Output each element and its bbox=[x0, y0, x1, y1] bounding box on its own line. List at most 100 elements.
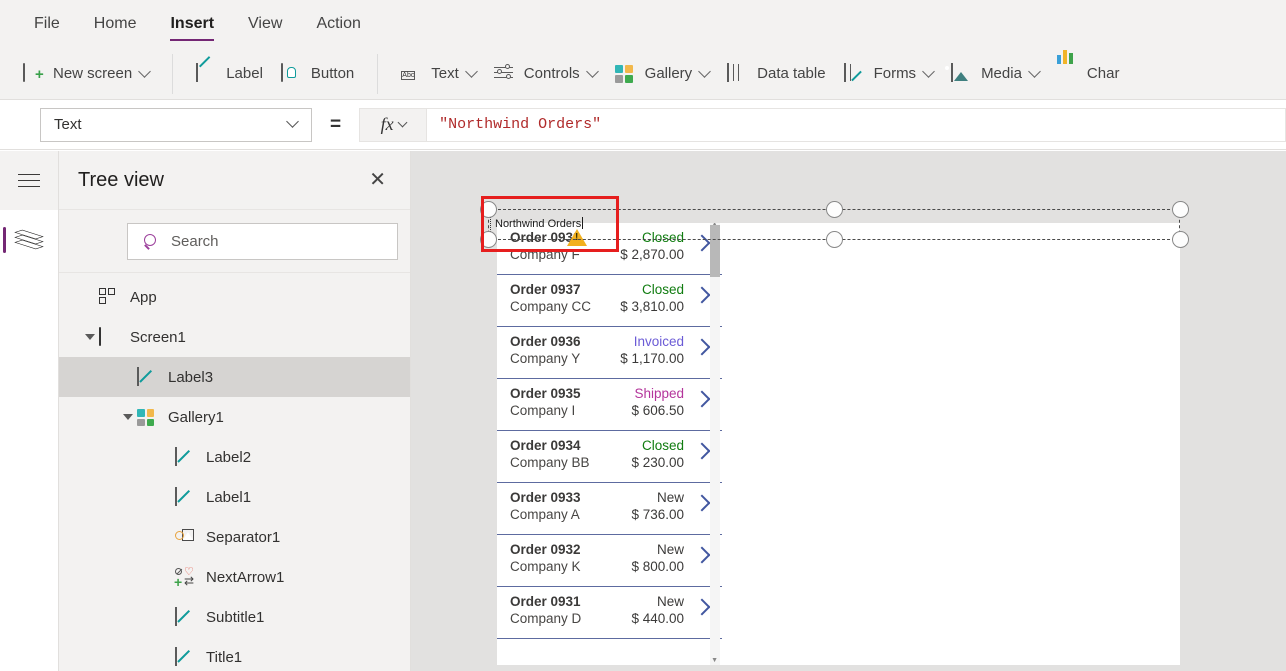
label-button[interactable]: Label bbox=[187, 56, 272, 92]
left-rail bbox=[0, 151, 59, 671]
tree-node-label1[interactable]: Label1 bbox=[59, 477, 410, 517]
gallery-item-amount: $ 440.00 bbox=[631, 611, 684, 626]
label-icon bbox=[175, 487, 195, 506]
gallery-item[interactable]: Order 0933 New Company A $ 736.00 bbox=[497, 483, 722, 535]
controls-menu-button[interactable]: Controls bbox=[485, 56, 606, 92]
tree-node-screen1[interactable]: Screen1 bbox=[59, 317, 410, 357]
chevron-down-icon[interactable] bbox=[698, 65, 712, 78]
menu-item-action[interactable]: Action bbox=[316, 1, 360, 47]
gallery-icon bbox=[137, 408, 157, 426]
chart-menu-button[interactable]: Char bbox=[1048, 49, 1129, 92]
powerapps-studio: File Home Insert View Action New screen Labe… bbox=[0, 0, 1286, 671]
tree-node-label: NextArrow1 bbox=[206, 568, 285, 586]
close-icon[interactable]: ✕ bbox=[363, 166, 392, 194]
selected-label-value: Northwind Orders bbox=[495, 218, 582, 230]
gallery-item-row-primary: Order 0935 Shipped bbox=[510, 386, 712, 401]
resize-handle-top-left[interactable] bbox=[479, 200, 497, 218]
text-menu-button[interactable]: Abc Text bbox=[392, 56, 485, 92]
gallery-item[interactable]: Order 0935 Shipped Company I $ 606.50 bbox=[497, 379, 722, 431]
gallery-item-company: Company BB bbox=[510, 455, 590, 470]
text-abc-icon: Abc bbox=[401, 70, 416, 80]
tree-node-label3[interactable]: Label3 bbox=[59, 357, 410, 397]
selected-label-control[interactable]: Northwind Orders bbox=[479, 200, 1189, 248]
chevron-down-icon[interactable] bbox=[585, 65, 599, 78]
gallery-item[interactable]: Order 0931 New Company D $ 440.00 bbox=[497, 587, 722, 639]
resize-handle-bottom-left[interactable] bbox=[479, 230, 497, 248]
tree-node-separator1[interactable]: Separator1 bbox=[59, 517, 410, 557]
gallery-item-company: Company F bbox=[510, 247, 580, 262]
resize-handle-bottom-right[interactable] bbox=[1171, 230, 1189, 248]
label-button-label: Label bbox=[226, 65, 263, 82]
resize-handle-bottom-middle[interactable] bbox=[825, 230, 843, 248]
gallery-item-row-secondary: Company D $ 440.00 bbox=[510, 611, 712, 626]
gallery-item-status: Closed bbox=[641, 282, 684, 297]
tree-view-title: Tree view bbox=[78, 168, 164, 191]
gallery-item-row-primary: Order 0933 New bbox=[510, 490, 712, 505]
gallery-item[interactable]: Order 0932 New Company K $ 800.00 bbox=[497, 535, 722, 587]
resize-handle-top-middle[interactable] bbox=[825, 200, 843, 218]
gallery-item-title: Order 0937 bbox=[510, 282, 581, 297]
tree-node-list: App Screen1 Label3 Gallery1 Label2 Label1 Sepa… bbox=[59, 273, 410, 671]
search-icon bbox=[144, 234, 159, 249]
tree-node-nextarrow1[interactable]: ♡ + ⇄ NextArrow1 bbox=[59, 557, 410, 597]
tree-node-label: Subtitle1 bbox=[206, 608, 265, 626]
tree-node-gallery1[interactable]: Gallery1 bbox=[59, 397, 410, 437]
tree-node-subtitle1[interactable]: Subtitle1 bbox=[59, 597, 410, 637]
search-input[interactable]: Search bbox=[127, 223, 398, 260]
gallery-item[interactable]: Order 0934 Closed Company BB $ 230.00 bbox=[497, 431, 722, 483]
gallery-item-row-secondary: Company BB $ 230.00 bbox=[510, 455, 712, 470]
new-screen-button[interactable]: New screen bbox=[14, 56, 158, 92]
gallery-scrollbar-track[interactable] bbox=[710, 223, 720, 665]
menu-item-insert[interactable]: Insert bbox=[170, 1, 214, 47]
data-table-button[interactable]: Data table bbox=[718, 56, 834, 92]
ribbon-group-screens: New screen bbox=[0, 54, 172, 94]
gallery-item[interactable]: Order 0936 Invoiced Company Y $ 1,170.00 bbox=[497, 327, 722, 379]
media-menu-label: Media bbox=[981, 65, 1022, 82]
tree-view-header: Tree view ✕ bbox=[59, 151, 410, 210]
gallery-item-row-secondary: Company Y $ 1,170.00 bbox=[510, 351, 712, 366]
forms-menu-button[interactable]: Forms bbox=[835, 56, 943, 92]
canvas-area[interactable]: Order 0938ClosedCompany F$ 2,870.00Order… bbox=[411, 151, 1286, 671]
gallery-menu-button[interactable]: Gallery bbox=[606, 56, 719, 92]
chevron-down-icon[interactable] bbox=[922, 65, 935, 78]
gallery-item-title: Order 0936 bbox=[510, 334, 581, 349]
property-select-value: Text bbox=[54, 116, 82, 133]
app-screen[interactable]: Order 0938ClosedCompany F$ 2,870.00Order… bbox=[497, 223, 1180, 665]
chevron-down-icon bbox=[397, 117, 408, 128]
gallery-item-status: Closed bbox=[641, 438, 684, 453]
gallery-item-company: Company CC bbox=[510, 299, 592, 314]
gallery-item-row-secondary: Company K $ 800.00 bbox=[510, 559, 712, 574]
tree-node-label: Separator1 bbox=[206, 528, 281, 546]
gallery-item-company: Company Y bbox=[510, 351, 581, 366]
gallery-control[interactable]: Order 0938ClosedCompany F$ 2,870.00Order… bbox=[497, 223, 722, 665]
chevron-down-icon[interactable] bbox=[138, 65, 152, 78]
menu-item-file[interactable]: File bbox=[34, 1, 60, 47]
formula-input[interactable]: "Northwind Orders" bbox=[427, 107, 1286, 142]
formula-bar: Text = fx "Northwind Orders" bbox=[0, 100, 1286, 150]
menu-item-view[interactable]: View bbox=[248, 1, 282, 47]
chevron-down-icon[interactable] bbox=[1028, 65, 1041, 78]
tree-node-title1[interactable]: Title1 bbox=[59, 637, 410, 671]
forms-menu-label: Forms bbox=[873, 65, 917, 82]
gallery-scroll-down-icon[interactable]: ▼ bbox=[711, 657, 718, 664]
gallery-item[interactable]: Order 0937 Closed Company CC $ 3,810.00 bbox=[497, 275, 722, 327]
controls-menu-label: Controls bbox=[523, 65, 580, 82]
gallery-item-row-primary: Order 0932 New bbox=[510, 542, 712, 557]
text-menu-label: Text bbox=[431, 65, 459, 82]
resize-handle-top-right[interactable] bbox=[1171, 200, 1189, 218]
gallery-item-status: Invoiced bbox=[633, 334, 684, 349]
tree-node-app[interactable]: App bbox=[59, 277, 410, 317]
media-menu-button[interactable]: Media bbox=[942, 56, 1048, 92]
chevron-down-icon[interactable] bbox=[464, 65, 478, 78]
fx-button[interactable]: fx bbox=[359, 107, 428, 142]
equals-sign: = bbox=[330, 113, 342, 135]
insert-ribbon: New screen Label Button Abc Text bbox=[0, 48, 1286, 100]
tree-node-label2[interactable]: Label2 bbox=[59, 437, 410, 477]
menu-item-home[interactable]: Home bbox=[94, 1, 137, 47]
button-button[interactable]: Button bbox=[272, 56, 363, 92]
selected-label-text[interactable]: Northwind Orders bbox=[495, 217, 584, 230]
chart-bars-icon bbox=[1056, 49, 1077, 84]
rail-item-tree-view[interactable] bbox=[0, 210, 58, 269]
hamburger-menu-button[interactable] bbox=[0, 151, 58, 210]
property-select[interactable]: Text bbox=[40, 107, 312, 142]
